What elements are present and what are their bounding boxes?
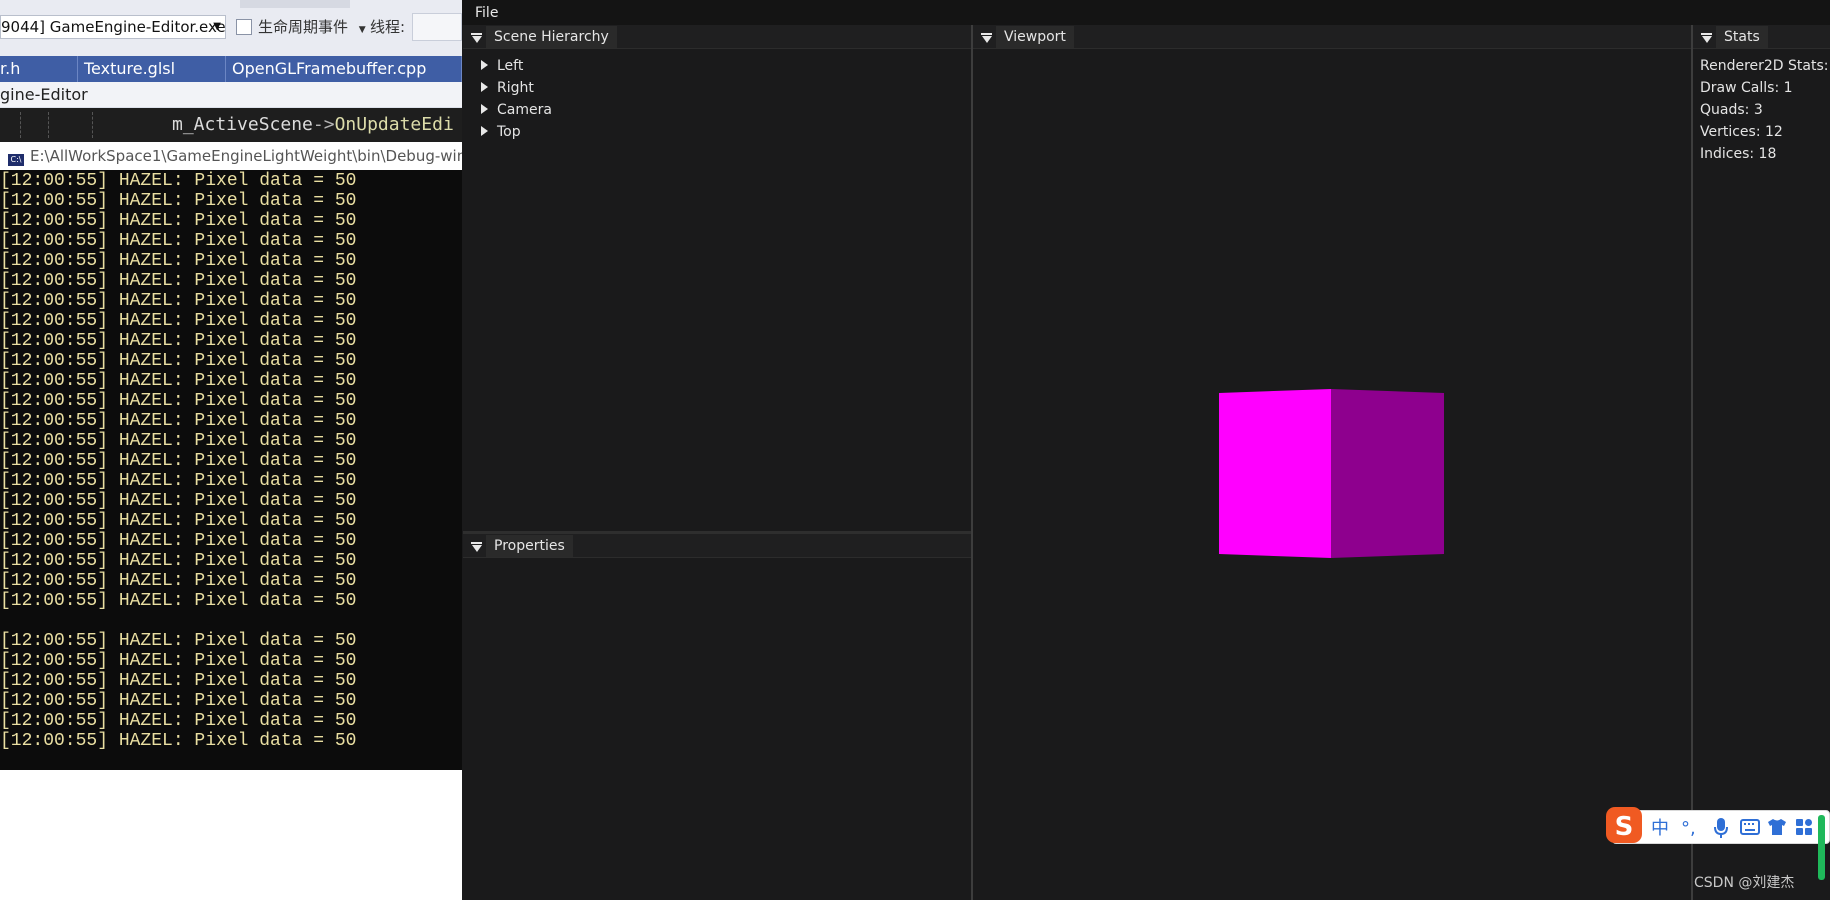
lifecycle-events-button[interactable]: 生命周期事件 ▼ (236, 15, 366, 39)
console-line: [12:00:55] HAZEL: Pixel data = 50 (0, 351, 357, 371)
project-name: gine-Editor (0, 82, 462, 108)
console-titlebar: C:\ E:\AllWorkSpace1\GameEngineLightWeigh… (0, 142, 462, 170)
stat-vertices: Vertices: 12 (1700, 124, 1783, 140)
viewport-canvas[interactable] (973, 49, 1691, 900)
collapse-icon[interactable] (471, 33, 482, 43)
console-title: E:\AllWorkSpace1\GameEngineLightWeight\b… (30, 147, 462, 165)
console-line: [12:00:55] HAZEL: Pixel data = 50 (0, 671, 357, 691)
viewport-header (973, 25, 1691, 49)
console-line: [12:00:55] HAZEL: Pixel data = 50 (0, 271, 357, 291)
console-line: [12:00:55] HAZEL: Pixel data = 50 (0, 531, 357, 551)
stat-quads: Quads: 3 (1700, 102, 1763, 118)
collapse-icon[interactable] (1701, 33, 1712, 43)
console-line: [12:00:55] HAZEL: Pixel data = 50 (0, 451, 357, 471)
console-line: [12:00:55] HAZEL: Pixel data = 50 (0, 231, 357, 251)
vs-toolbar-faded-items (240, 0, 350, 8)
process-selector-label: 9044] GameEngine-Editor.exe (1, 18, 226, 36)
console-line: [12:00:55] HAZEL: Pixel data = 50 (0, 591, 357, 611)
entity-node-top[interactable]: Top (481, 123, 521, 141)
thread-selector[interactable] (412, 13, 462, 41)
console-line: [12:00:55] HAZEL: Pixel data = 50 (0, 471, 357, 491)
entity-label: Camera (497, 102, 552, 118)
console-line: [12:00:55] HAZEL: Pixel data = 50 (0, 631, 357, 651)
console-line: [12:00:55] HAZEL: Pixel data = 50 (0, 331, 357, 351)
tab-stats[interactable]: Stats (1716, 26, 1768, 48)
console-line: [12:00:55] HAZEL: Pixel data = 50 (0, 251, 357, 271)
console-line: [12:00:55] HAZEL: Pixel data = 50 (0, 211, 357, 231)
thread-label: 线程: (370, 18, 406, 36)
console-line: [12:00:55] HAZEL: Pixel data = 50 (0, 311, 357, 331)
console-line: [12:00:55] HAZEL: Pixel data = 50 (0, 371, 357, 391)
console-line: [12:00:55] HAZEL: Pixel data = 50 (0, 691, 357, 711)
console-icon: C:\ (8, 154, 24, 166)
stat-indices: Indices: 18 (1700, 146, 1777, 162)
sogou-logo-icon[interactable]: S (1604, 805, 1644, 845)
console-line: [12:00:55] HAZEL: Pixel data = 50 (0, 291, 357, 311)
indent-guide (20, 112, 21, 138)
tab-viewport[interactable]: Viewport (996, 26, 1074, 48)
viewport-scene (1219, 389, 1444, 558)
lifecycle-icon (236, 19, 252, 35)
ime-chinese-mode[interactable]: 中 (1651, 818, 1669, 840)
console-line: [12:00:55] HAZEL: Pixel data = 50 (0, 171, 357, 191)
logo-letter: S (1615, 812, 1634, 842)
indent-guide (48, 112, 49, 138)
console-output: [12:00:55] HAZEL: Pixel data = 50 [12:00:… (0, 170, 462, 770)
tab-properties[interactable]: Properties (486, 535, 573, 557)
entity-node-left[interactable]: Left (481, 57, 523, 75)
code-method: OnUpdateEdi (334, 114, 454, 135)
mic-icon[interactable] (1713, 817, 1729, 843)
console-line: [12:00:55] HAZEL: Pixel data = 50 (0, 711, 357, 731)
console-line: [12:00:55] HAZEL: Pixel data = 50 (0, 511, 357, 531)
entity-label: Top (497, 124, 521, 140)
console-line: [12:00:55] HAZEL: Pixel data = 50 (0, 551, 357, 571)
console-line: [12:00:55] HAZEL: Pixel data = 50 (0, 191, 357, 211)
entity-node-camera[interactable]: Camera (481, 101, 552, 119)
ime-punctuation[interactable]: °, (1681, 818, 1696, 840)
cube-front-face (1219, 389, 1331, 558)
keyboard-icon[interactable] (1740, 819, 1760, 839)
caret-right-icon (481, 104, 488, 114)
console-line: [12:00:55] HAZEL: Pixel data = 50 (0, 491, 357, 511)
indent-guide (92, 112, 93, 138)
grid-icon[interactable] (1795, 818, 1813, 840)
collapse-icon[interactable] (471, 542, 482, 552)
entity-label: Right (497, 80, 534, 96)
caret-right-icon (481, 82, 488, 92)
entity-label: Left (497, 58, 524, 74)
tab-opengl-framebuffer[interactable]: OpenGLFramebuffer.cpp (226, 56, 462, 82)
code-identifier: m_ActiveScene (172, 114, 313, 135)
tab-scene-hierarchy[interactable]: Scene Hierarchy (486, 26, 617, 48)
tab-renderer-h[interactable]: r.h (0, 56, 78, 82)
code-line[interactable]: m_ActiveScene->OnUpdateEdi (0, 108, 462, 142)
caret-right-icon (481, 60, 488, 70)
menu-bar (462, 0, 1830, 25)
watermark: CSDN @刘建杰 (1694, 875, 1795, 891)
panel-splitter[interactable] (1691, 25, 1693, 900)
console-line: [12:00:55] HAZEL: Pixel data = 50 (0, 391, 357, 411)
cube-side-face (1331, 389, 1444, 558)
green-indicator (1818, 815, 1825, 880)
caret-right-icon (481, 126, 488, 136)
stats-title: Renderer2D Stats: (1700, 58, 1829, 74)
menu-file[interactable]: File (475, 4, 498, 22)
console-line: [12:00:55] HAZEL: Pixel data = 50 (0, 731, 357, 751)
tab-texture-glsl[interactable]: Texture.glsl (78, 56, 226, 82)
chevron-down-icon: ▼ (213, 21, 221, 32)
entity-node-right[interactable]: Right (481, 79, 534, 97)
collapse-icon[interactable] (981, 33, 992, 43)
shirt-icon[interactable] (1767, 818, 1787, 840)
console-line: [12:00:55] HAZEL: Pixel data = 50 (0, 571, 357, 591)
console-line: [12:00:55] HAZEL: Pixel data = 50 (0, 651, 357, 671)
console-line: [12:00:55] HAZEL: Pixel data = 50 (0, 411, 357, 431)
stat-draw-calls: Draw Calls: 1 (1700, 80, 1793, 96)
console-line: [12:00:55] HAZEL: Pixel data = 50 (0, 431, 357, 451)
lifecycle-label: 生命周期事件 (258, 18, 349, 36)
chevron-down-icon: ▼ (358, 25, 366, 35)
code-operator: -> (312, 114, 335, 135)
process-selector[interactable]: 9044] GameEngine-Editor.exe ▼ (0, 15, 226, 39)
